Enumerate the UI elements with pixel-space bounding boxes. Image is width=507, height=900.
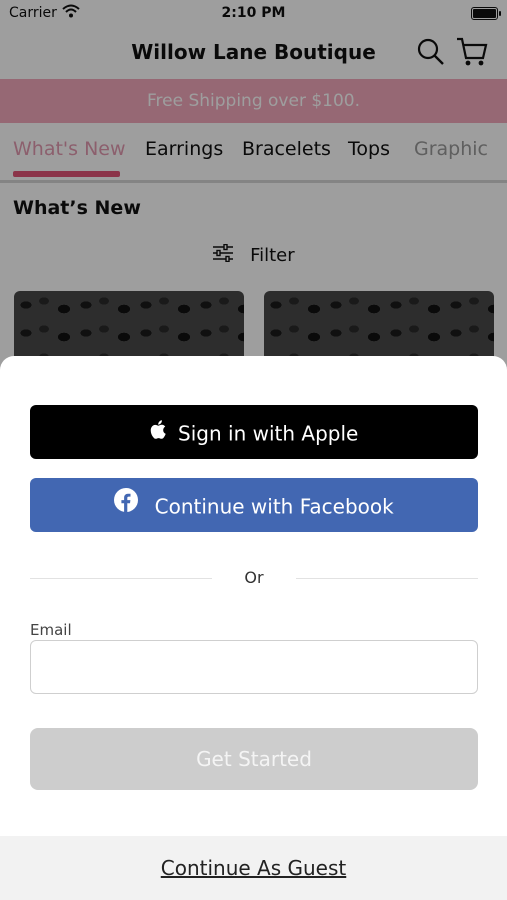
sign-in-with-apple-button[interactable]: Sign in with Apple bbox=[30, 405, 478, 459]
get-started-button[interactable]: Get Started bbox=[30, 728, 478, 790]
sign-in-sheet: Sign in with Apple Continue with Faceboo… bbox=[0, 356, 507, 900]
email-label: Email bbox=[30, 621, 72, 639]
facebook-button-label: Continue with Facebook bbox=[154, 494, 394, 519]
email-field[interactable] bbox=[30, 640, 478, 694]
or-divider: Or bbox=[30, 568, 478, 588]
apple-button-label: Sign in with Apple bbox=[178, 421, 359, 446]
continue-as-guest-link[interactable]: Continue As Guest bbox=[0, 856, 507, 880]
divider-line-right bbox=[296, 578, 478, 579]
continue-with-facebook-button[interactable]: Continue with Facebook bbox=[30, 478, 478, 532]
guest-footer: Continue As Guest bbox=[0, 836, 507, 900]
apple-icon bbox=[150, 405, 166, 459]
facebook-icon bbox=[114, 478, 139, 532]
